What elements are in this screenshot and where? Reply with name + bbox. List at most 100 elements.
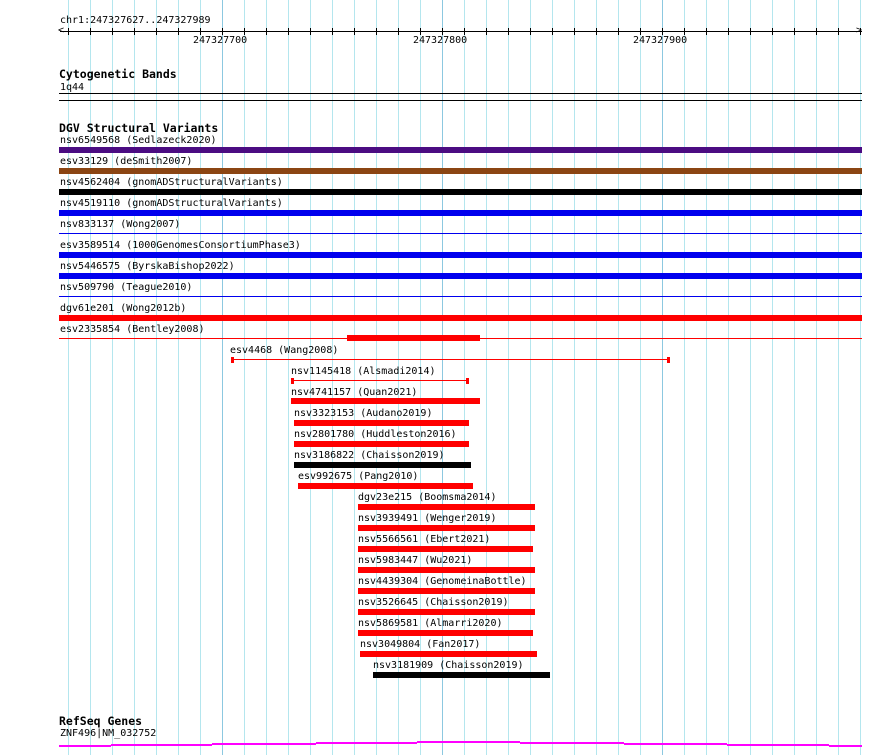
feature-bar[interactable] — [347, 335, 480, 341]
grid-line — [860, 0, 861, 755]
feature-label: nsv5566561 (Ebert2021) — [358, 534, 491, 545]
feature-label: dgv61e201 (Wong2012b) — [60, 303, 187, 314]
ruler-tick — [90, 28, 91, 35]
gene-segment[interactable] — [624, 743, 727, 745]
cytoband-line[interactable] — [59, 93, 862, 94]
grid-line — [772, 0, 773, 755]
feature-bar[interactable] — [358, 525, 535, 531]
feature-bar[interactable] — [358, 546, 533, 552]
gene-label: ZNF496|NM_032752 — [60, 728, 157, 739]
ruler-tick — [750, 28, 751, 35]
gene-segment[interactable] — [417, 741, 520, 743]
grid-line — [530, 0, 531, 755]
grid-line — [134, 0, 135, 755]
left-arrow-icon: < — [58, 25, 65, 36]
cytoband-label: 1q44 — [60, 82, 85, 93]
ruler-tick — [156, 28, 157, 35]
feature-bar[interactable] — [360, 651, 537, 657]
ruler-tick — [640, 28, 641, 35]
feature-label: nsv2801780 (Huddleston2016) — [294, 429, 457, 440]
ruler-tick — [860, 28, 861, 35]
feature-bar[interactable] — [358, 588, 535, 594]
ruler-tick — [530, 28, 531, 35]
feature-label: nsv5983447 (Wu2021) — [358, 555, 473, 566]
feature-label: esv4468 (Wang2008) — [230, 345, 339, 356]
feature-label: nsv509790 (Teague2010) — [60, 282, 193, 293]
feature-line[interactable] — [59, 233, 862, 234]
feature-label: esv3589514 (1000GenomesConsortiumPhase3) — [60, 240, 301, 251]
grid-line — [486, 0, 487, 755]
feature-cap[interactable] — [231, 357, 234, 363]
ruler-tick — [464, 28, 465, 35]
gene-segment[interactable] — [212, 743, 316, 745]
ruler-tick — [552, 28, 553, 35]
feature-bar[interactable] — [59, 252, 862, 258]
feature-bar[interactable] — [59, 273, 862, 279]
feature-bar[interactable] — [373, 672, 550, 678]
ruler-tick — [728, 28, 729, 35]
feature-label: esv2335854 (Bentley2008) — [60, 324, 205, 335]
grid-line — [244, 0, 245, 755]
ruler-tick — [574, 28, 575, 35]
feature-line[interactable] — [291, 380, 469, 381]
ruler-tick — [618, 28, 619, 35]
grid-line — [354, 0, 355, 755]
gene-segment[interactable] — [727, 744, 829, 746]
grid-line — [68, 0, 69, 755]
gene-segment[interactable] — [316, 742, 417, 744]
feature-label: nsv3181909 (Chaisson2019) — [373, 660, 524, 671]
feature-bar[interactable] — [291, 398, 480, 404]
grid-line — [222, 0, 223, 755]
feature-bar[interactable] — [294, 462, 471, 468]
feature-bar[interactable] — [59, 168, 862, 174]
ruler-tick — [398, 28, 399, 35]
feature-label: nsv833137 (Wong2007) — [60, 219, 181, 230]
track-title: Cytogenetic Bands — [59, 67, 177, 81]
grid-line — [750, 0, 751, 755]
grid-line — [706, 0, 707, 755]
ruler-tick — [112, 28, 113, 35]
gene-segment[interactable] — [520, 742, 624, 744]
ruler-line — [60, 31, 862, 32]
feature-bar[interactable] — [358, 609, 535, 615]
feature-bar[interactable] — [298, 483, 473, 489]
feature-bar[interactable] — [358, 630, 533, 636]
feature-line[interactable] — [59, 296, 862, 297]
feature-bar[interactable] — [59, 315, 862, 321]
gene-segment[interactable] — [829, 745, 862, 747]
ruler-tick — [486, 28, 487, 35]
feature-label: nsv4439304 (GenomeinaBottle) — [358, 576, 527, 587]
ruler-tick — [838, 28, 839, 35]
ruler-tick — [244, 28, 245, 35]
feature-cap[interactable] — [667, 357, 670, 363]
feature-label: nsv4741157 (Quan2021) — [291, 387, 418, 398]
feature-bar[interactable] — [59, 147, 862, 153]
grid-line — [310, 0, 311, 755]
feature-bar[interactable] — [294, 441, 469, 447]
feature-label: nsv1145418 (Alsmadi2014) — [291, 366, 436, 377]
feature-cap[interactable] — [291, 378, 294, 384]
grid-line — [618, 0, 619, 755]
ruler-tick — [178, 28, 179, 35]
feature-label: nsv3186822 (Chaisson2019) — [294, 450, 445, 461]
grid-line — [288, 0, 289, 755]
feature-line[interactable] — [231, 359, 670, 360]
feature-cap[interactable] — [466, 378, 469, 384]
ruler-tick — [794, 28, 795, 35]
grid-line — [728, 0, 729, 755]
ruler-tick — [266, 28, 267, 35]
gene-segment[interactable] — [111, 744, 212, 746]
feature-label: nsv3323153 (Audano2019) — [294, 408, 433, 419]
ruler-tick — [376, 28, 377, 35]
feature-bar[interactable] — [358, 567, 535, 573]
feature-bar[interactable] — [59, 189, 862, 195]
feature-label: nsv5869581 (Almarri2020) — [358, 618, 503, 629]
ruler-tick — [332, 28, 333, 35]
ruler-tick — [134, 28, 135, 35]
feature-bar[interactable] — [59, 210, 862, 216]
grid-line — [112, 0, 113, 755]
track-title: DGV Structural Variants — [59, 121, 219, 135]
feature-bar[interactable] — [358, 504, 535, 510]
gene-segment[interactable] — [59, 745, 111, 747]
feature-bar[interactable] — [294, 420, 469, 426]
